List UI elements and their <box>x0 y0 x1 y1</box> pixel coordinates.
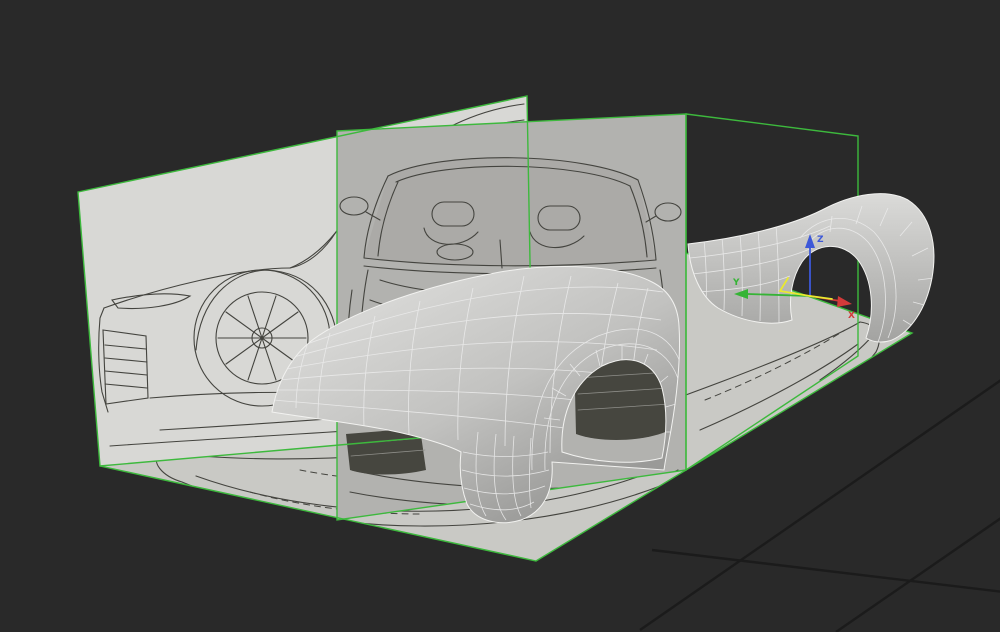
windshield-glass <box>364 157 656 266</box>
3d-viewport[interactable]: Z Y X <box>0 0 1000 632</box>
gizmo-y-label: Y <box>732 278 740 288</box>
gizmo-z-label: Z <box>817 235 824 245</box>
gizmo-x-label: X <box>848 311 855 321</box>
